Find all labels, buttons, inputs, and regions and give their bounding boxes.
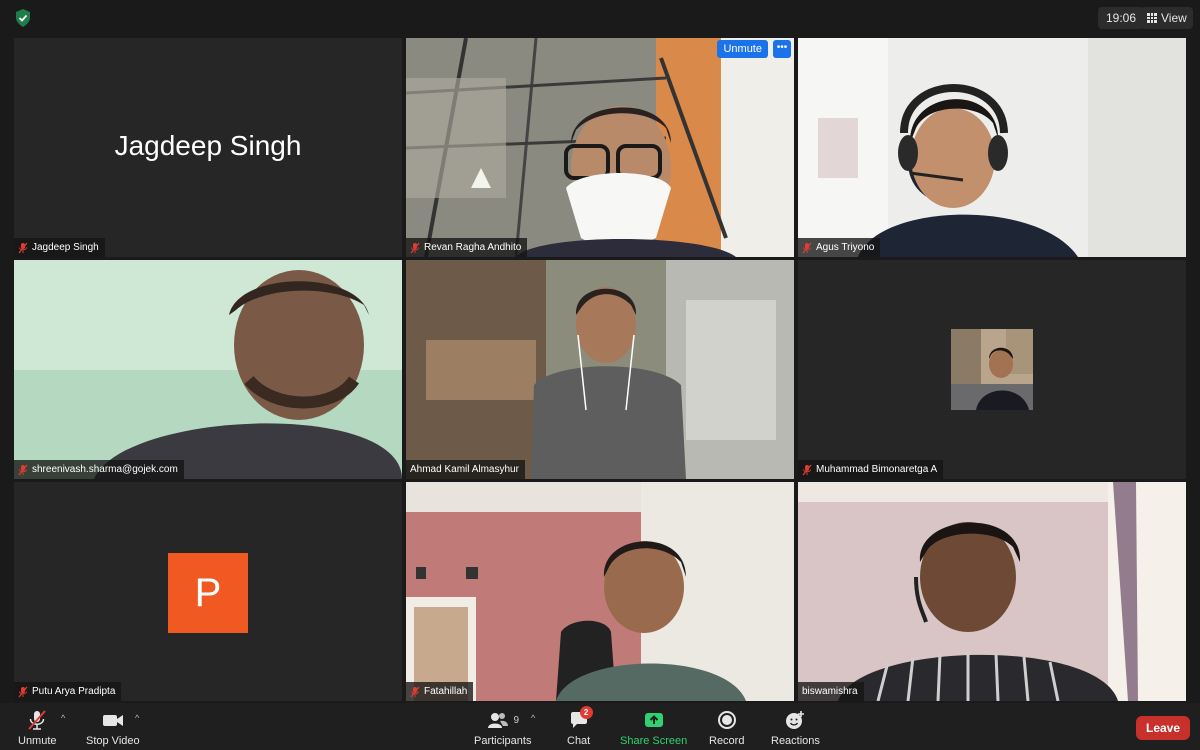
participant-name-bar: Fatahillah (406, 682, 474, 701)
chat-unread-badge: 2 (579, 706, 593, 719)
muted-mic-icon (802, 464, 812, 475)
muted-mic-icon (802, 242, 812, 253)
audio-options-caret-icon[interactable]: ^ (61, 713, 65, 723)
participant-name: Fatahillah (424, 686, 468, 697)
participant-name: shreenivash.sharma@gojek.com (32, 464, 178, 475)
participant-name: Revan Ragha Andhito (424, 242, 522, 253)
participant-tile[interactable]: Muhammad Bimonaretga A (798, 260, 1186, 479)
participant-video (14, 260, 402, 479)
participant-name-bar: Putu Arya Pradipta (14, 682, 122, 701)
view-button-label: View (1161, 11, 1187, 25)
participant-name-bar: Jagdeep Singh (14, 238, 105, 257)
participant-name: biswamishra (802, 686, 858, 697)
muted-mic-icon (18, 242, 28, 253)
chat-label: Chat (567, 735, 591, 747)
leave-button[interactable]: Leave (1136, 716, 1190, 740)
participant-name-bar: Revan Ragha Andhito (406, 238, 528, 257)
more-options-button[interactable]: ••• (773, 40, 791, 58)
participant-avatar (951, 329, 1033, 410)
participant-name: Jagdeep Singh (32, 242, 99, 253)
participant-tile-active-speaker[interactable]: Ahmad Kamil Almasyhur (406, 260, 794, 479)
record-label: Record (709, 735, 745, 747)
participants-icon (488, 713, 509, 728)
participant-tile[interactable]: P Putu Arya Pradipta (14, 482, 402, 701)
grid-view-icon (1147, 13, 1157, 23)
participant-video (798, 482, 1186, 701)
participant-name: Agus Triyono (816, 242, 875, 253)
stop-video-label: Stop Video (86, 735, 140, 747)
meeting-toolbar: Unmute ^ Stop Video ^ 9 Participants ^ 2… (0, 703, 1200, 750)
participant-tile[interactable]: Unmute ••• Revan Ragha Andhito (406, 38, 794, 257)
participants-options-caret-icon[interactable]: ^ (531, 713, 535, 723)
video-camera-icon (102, 715, 123, 726)
zoom-meeting-window: 19:06 View Jagdeep Singh Jagdeep Singh U… (0, 0, 1200, 750)
participants-label: Participants (474, 735, 532, 747)
participant-tile[interactable]: Jagdeep Singh Jagdeep Singh (14, 38, 402, 257)
top-bar: 19:06 View (0, 0, 1200, 36)
reactions-label: Reactions (771, 735, 820, 747)
view-button[interactable]: View (1141, 7, 1193, 29)
participant-initial-avatar: P (168, 553, 248, 633)
participant-name: Putu Arya Pradipta (32, 686, 116, 697)
participants-button[interactable]: 9 Participants (474, 709, 531, 747)
smiley-plus-icon (786, 711, 805, 729)
participant-video (406, 38, 794, 257)
participants-count: 9 (513, 714, 520, 726)
stop-video-button[interactable]: Stop Video (86, 709, 140, 747)
share-screen-icon (644, 713, 663, 727)
participant-video (406, 482, 794, 701)
reactions-button[interactable]: Reactions (771, 709, 820, 747)
participant-tile[interactable]: shreenivash.sharma@gojek.com (14, 260, 402, 479)
participant-name-bar: Muhammad Bimonaretga A (798, 460, 944, 479)
participant-tile[interactable]: Fatahillah (406, 482, 794, 701)
muted-mic-icon (18, 686, 28, 697)
video-gallery: Jagdeep Singh Jagdeep Singh Unmute ••• R… (14, 38, 1186, 702)
muted-mic-icon (18, 464, 28, 475)
participant-name-bar: shreenivash.sharma@gojek.com (14, 460, 184, 479)
participant-name: Muhammad Bimonaretga A (816, 464, 938, 475)
muted-mic-icon (410, 686, 420, 697)
unmute-button[interactable]: Unmute (18, 709, 57, 747)
participant-name-bar: biswamishra (798, 682, 864, 701)
participant-video (798, 38, 1186, 257)
unmute-label: Unmute (18, 735, 57, 747)
participant-display-name: Jagdeep Singh (114, 130, 302, 161)
unmute-participant-button[interactable]: Unmute (717, 40, 768, 58)
participant-tile[interactable]: Agus Triyono (798, 38, 1186, 257)
video-options-caret-icon[interactable]: ^ (135, 713, 139, 723)
share-screen-button[interactable]: Share Screen (620, 709, 687, 747)
participant-name: Ahmad Kamil Almasyhur (410, 464, 519, 475)
muted-mic-icon (410, 242, 420, 253)
meeting-clock: 19:06 (1098, 7, 1145, 29)
participant-name-bar: Ahmad Kamil Almasyhur (406, 460, 525, 479)
security-shield-icon[interactable] (14, 8, 32, 28)
chat-button[interactable]: 2 Chat (567, 706, 593, 747)
participant-name-bar: Agus Triyono (798, 238, 881, 257)
record-button[interactable]: Record (709, 709, 744, 747)
participant-tile[interactable]: biswamishra (798, 482, 1186, 701)
share-screen-label: Share Screen (620, 735, 688, 747)
record-icon (717, 711, 736, 729)
muted-microphone-icon (28, 710, 47, 730)
participant-video (406, 260, 794, 479)
